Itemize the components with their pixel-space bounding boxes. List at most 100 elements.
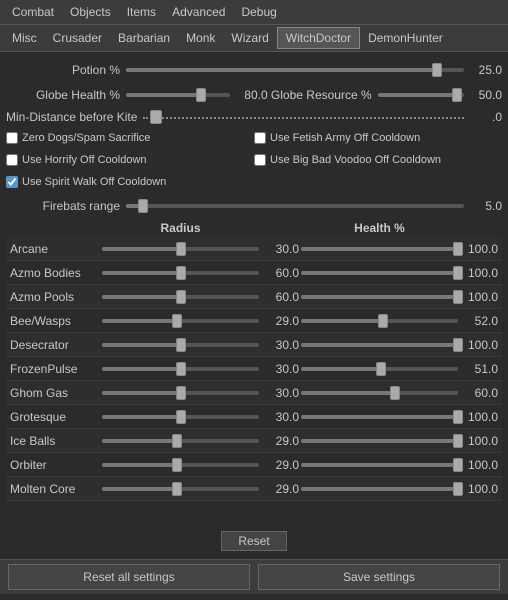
row-radius-slider-6[interactable] — [100, 391, 261, 395]
fetish-army-label: Use Fetish Army Off Cooldown — [270, 132, 420, 144]
row-health-val-4: 100.0 — [460, 338, 498, 352]
row-health-val-5: 51.0 — [460, 362, 498, 376]
row-radius-val-1: 60.0 — [261, 266, 299, 280]
row-health-val-1: 100.0 — [460, 266, 498, 280]
bigbad-checkbox[interactable] — [254, 154, 266, 166]
row-health-slider-9[interactable] — [299, 463, 460, 467]
row-radius-val-3: 29.0 — [261, 314, 299, 328]
checkbox-row-2: Use Horrify Off Cooldown Use Big Bad Voo… — [6, 150, 502, 170]
tab-witchdoctor[interactable]: WitchDoctor — [277, 27, 360, 49]
row-radius-slider-3[interactable] — [100, 319, 261, 323]
horrify-checkbox[interactable] — [6, 154, 18, 166]
row-name-6: Ghom Gas — [10, 386, 100, 400]
reset-all-button[interactable]: Reset all settings — [8, 564, 250, 590]
row-health-slider-6[interactable] — [299, 391, 460, 395]
row-name-4: Desecrator — [10, 338, 100, 352]
row-radius-slider-10[interactable] — [100, 487, 261, 491]
menu-debug[interactable]: Debug — [233, 2, 284, 22]
row-name-3: Bee/Wasps — [10, 314, 100, 328]
row-radius-slider-1[interactable] — [100, 271, 261, 275]
min-distance-label: Min-Distance before Kite — [6, 110, 143, 124]
table-row: FrozenPulse 30.0 51.0 — [6, 357, 502, 381]
row-radius-val-4: 30.0 — [261, 338, 299, 352]
row-health-val-0: 100.0 — [460, 242, 498, 256]
row-health-slider-8[interactable] — [299, 439, 460, 443]
row-health-val-2: 100.0 — [460, 290, 498, 304]
row-radius-val-8: 29.0 — [261, 434, 299, 448]
table-row: Bee/Wasps 29.0 52.0 — [6, 309, 502, 333]
save-settings-button[interactable]: Save settings — [258, 564, 500, 590]
table-row: Ghom Gas 30.0 60.0 — [6, 381, 502, 405]
row-radius-slider-9[interactable] — [100, 463, 261, 467]
bottom-bar: Reset all settings Save settings — [0, 559, 508, 594]
potion-label: Potion % — [6, 63, 126, 77]
min-distance-thumb[interactable] — [150, 110, 162, 124]
row-radius-val-5: 30.0 — [261, 362, 299, 376]
spiritwalk-item: Use Spirit Walk Off Cooldown — [6, 176, 492, 188]
potion-row: Potion % 25.0 — [6, 59, 502, 81]
row-health-slider-1[interactable] — [299, 271, 460, 275]
row-radius-val-10: 29.0 — [261, 482, 299, 496]
bigbad-item: Use Big Bad Voodoo Off Cooldown — [254, 154, 492, 166]
checkbox-row-3: Use Spirit Walk Off Cooldown — [6, 172, 502, 192]
row-health-slider-5[interactable] — [299, 367, 460, 371]
menu-items[interactable]: Items — [119, 2, 164, 22]
zero-dogs-checkbox[interactable] — [6, 132, 18, 144]
tab-monk[interactable]: Monk — [178, 28, 223, 48]
tab-crusader[interactable]: Crusader — [45, 28, 110, 48]
table-scroll[interactable]: Arcane 30.0 100.0 Azmo Bodies — [6, 237, 502, 527]
row-radius-slider-4[interactable] — [100, 343, 261, 347]
row-health-slider-3[interactable] — [299, 319, 460, 323]
row-health-slider-7[interactable] — [299, 415, 460, 419]
row-radius-val-6: 30.0 — [261, 386, 299, 400]
col-radius-header: Radius — [100, 221, 261, 235]
spiritwalk-label: Use Spirit Walk Off Cooldown — [22, 176, 166, 188]
potion-slider[interactable] — [126, 62, 464, 78]
row-radius-slider-2[interactable] — [100, 295, 261, 299]
table-row: Molten Core 29.0 100.0 — [6, 477, 502, 501]
firebats-label: Firebats range — [6, 199, 126, 213]
menu-combat[interactable]: Combat — [4, 2, 62, 22]
menu-bar: Combat Objects Items Advanced Debug — [0, 0, 508, 25]
firebats-slider[interactable] — [126, 198, 464, 214]
row-name-1: Azmo Bodies — [10, 266, 100, 280]
zero-dogs-item: Zero Dogs/Spam Sacrifice — [6, 132, 244, 144]
tab-row: Misc Crusader Barbarian Monk Wizard Witc… — [0, 25, 508, 52]
col-health-header: Health % — [299, 221, 460, 235]
tab-misc[interactable]: Misc — [4, 28, 45, 48]
table-header: Radius Health % — [6, 221, 502, 235]
fetish-army-checkbox[interactable] — [254, 132, 266, 144]
row-name-5: FrozenPulse — [10, 362, 100, 376]
row-name-9: Orbiter — [10, 458, 100, 472]
globe-resource-slider[interactable] — [378, 87, 464, 103]
globe-resource-value: 50.0 — [464, 88, 502, 102]
tab-barbarian[interactable]: Barbarian — [110, 28, 178, 48]
row-radius-slider-5[interactable] — [100, 367, 261, 371]
row-radius-slider-8[interactable] — [100, 439, 261, 443]
row-health-val-3: 52.0 — [460, 314, 498, 328]
row-health-slider-0[interactable] — [299, 247, 460, 251]
tab-wizard[interactable]: Wizard — [223, 28, 276, 48]
row-radius-slider-7[interactable] — [100, 415, 261, 419]
row-name-10: Molten Core — [10, 482, 100, 496]
globe-health-value: 80.0 — [230, 88, 268, 102]
reset-button[interactable]: Reset — [221, 531, 286, 551]
row-health-val-10: 100.0 — [460, 482, 498, 496]
row-health-slider-10[interactable] — [299, 487, 460, 491]
menu-advanced[interactable]: Advanced — [164, 2, 233, 22]
row-health-slider-4[interactable] — [299, 343, 460, 347]
tab-demonhunter[interactable]: DemonHunter — [360, 28, 451, 48]
table-row: Arcane 30.0 100.0 — [6, 237, 502, 261]
spiritwalk-checkbox[interactable] — [6, 176, 18, 188]
row-health-val-8: 100.0 — [460, 434, 498, 448]
menu-objects[interactable]: Objects — [62, 2, 119, 22]
row-radius-slider-0[interactable] — [100, 247, 261, 251]
row-radius-val-9: 29.0 — [261, 458, 299, 472]
table-row: Grotesque 30.0 100.0 — [6, 405, 502, 429]
globe-health-label: Globe Health % — [6, 88, 126, 102]
row-radius-val-7: 30.0 — [261, 410, 299, 424]
globe-health-slider[interactable] — [126, 87, 230, 103]
row-health-slider-2[interactable] — [299, 295, 460, 299]
potion-value: 25.0 — [464, 63, 502, 77]
table-row: Orbiter 29.0 100.0 — [6, 453, 502, 477]
